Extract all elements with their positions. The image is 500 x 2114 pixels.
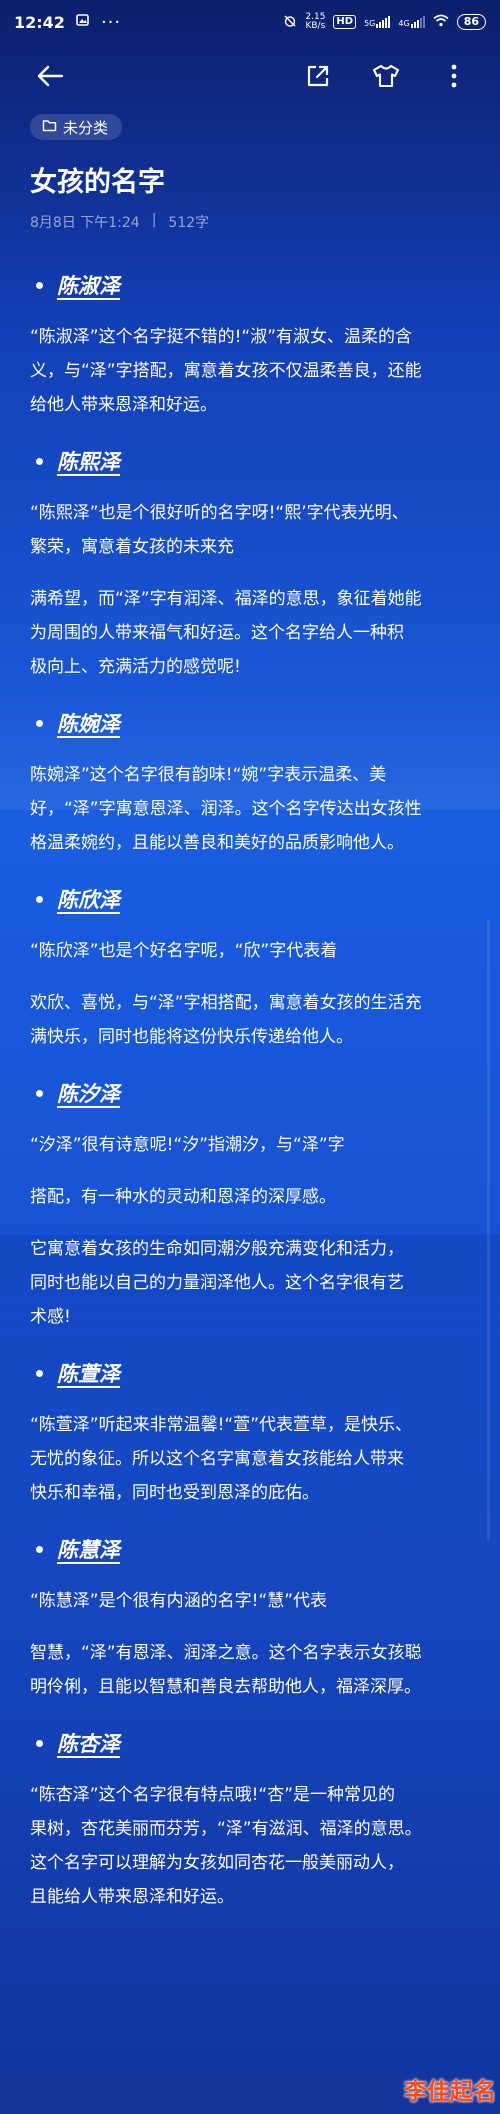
name-description: “陈萱泽”听起来非常温馨!“萱”代表萱草，是快乐、 无忧的象征。所以这个名字寓意… (30, 1415, 413, 1503)
name-title: 陈淑泽 (57, 274, 120, 298)
name-title: 陈婉泽 (57, 712, 120, 736)
gallery-notification-icon (75, 12, 91, 32)
watermark: 李佳起名 (404, 2079, 496, 2105)
name-heading: 陈慧泽 (30, 1532, 472, 1566)
bullet-icon (36, 281, 43, 289)
share-icon (305, 63, 331, 93)
hd-voice-badge: HD (333, 15, 357, 29)
note-meta: 8月8日 下午1:24 | 512字 (30, 212, 209, 232)
note-title[interactable]: 女孩的名字 (30, 160, 165, 199)
folder-icon (42, 118, 57, 136)
back-button[interactable] (28, 58, 72, 98)
share-button[interactable] (296, 58, 340, 98)
sim1-signal: 5G (364, 16, 391, 28)
name-description: “汐泽”很有诗意呢!“汐”指潮汐，与“泽”字 (30, 1135, 345, 1155)
name-description: 智慧，“泽”有恩泽、润泽之意。这个名字表示女孩聪 明伶俐，且能以智慧和善良去帮助… (30, 1643, 422, 1697)
name-heading: 陈杏泽 (30, 1726, 472, 1760)
more-options-button[interactable] (432, 58, 476, 98)
sim2-signal: 4G (398, 16, 425, 28)
name-heading: 陈熙泽 (30, 444, 472, 478)
name-description: “陈慧泽”是个很有内涵的名字!“慧”代表 (30, 1591, 328, 1611)
bullet-icon (36, 895, 43, 903)
note-date: 8月8日 下午1:24 (30, 215, 140, 231)
name-description: 它寓意着女孩的生命如同潮汐般充满变化和活力， 同时也能以自己的力量润泽他人。这个… (30, 1239, 404, 1327)
signal-bars-icon (410, 16, 425, 28)
note-body[interactable]: 陈淑泽 “陈淑泽”这个名字挺不错的!“淑”有淑女、温柔的含 义，与“泽”字搭配，寓… (30, 268, 472, 1914)
alarm-off-icon (283, 14, 297, 31)
name-title: 陈慧泽 (57, 1538, 120, 1562)
bullet-icon (36, 1369, 43, 1377)
name-description: “陈淑泽”这个名字挺不错的!“淑”有淑女、温柔的含 义，与“泽”字搭配，寓意着女… (30, 327, 422, 415)
meta-separator: | (151, 212, 157, 228)
bullet-icon (36, 719, 43, 727)
tshirt-theme-icon (371, 63, 401, 93)
more-notifications-icon: ··· (100, 11, 122, 33)
name-title: 陈萱泽 (57, 1362, 120, 1386)
name-title: 陈杏泽 (57, 1732, 120, 1756)
clock: 12:42 (14, 12, 65, 32)
name-heading: 陈萱泽 (30, 1356, 472, 1390)
theme-button[interactable] (364, 58, 408, 98)
more-vertical-icon (450, 63, 458, 93)
name-title: 陈欣泽 (57, 888, 120, 912)
name-description: “陈欣泽”也是个好名字呢，“欣”字代表着 (30, 941, 338, 961)
name-description: “陈杏泽”这个名字很有特点哦!“杏”是一种常见的 果树，杏花美丽而芬芳，“泽”有… (30, 1785, 422, 1907)
name-description: 陈婉泽”这个名字很有韵味!“婉”字表示温柔、美 好，“泽”字寓意恩泽、润泽。这个… (30, 765, 422, 853)
back-arrow-icon (35, 64, 65, 92)
bullet-icon (36, 1089, 43, 1097)
name-description: “陈熙泽”也是个很好听的名字呀!“熙’字代表光明、 繁荣，寓意着女孩的未来充 (30, 503, 409, 557)
bullet-icon (36, 1545, 43, 1553)
bullet-icon (36, 457, 43, 465)
name-heading: 陈欣泽 (30, 882, 472, 916)
category-chip[interactable]: 未分类 (30, 114, 123, 140)
wifi-icon (433, 14, 449, 30)
name-heading: 陈汐泽 (30, 1076, 472, 1110)
name-title: 陈熙泽 (57, 450, 120, 474)
category-label: 未分类 (63, 118, 109, 137)
scrollbar[interactable] (487, 920, 490, 1540)
name-title: 陈汐泽 (57, 1082, 120, 1106)
name-description: 搭配，有一种水的灵动和恩泽的深厚感。 (30, 1187, 336, 1207)
note-toolbar (0, 58, 500, 98)
network-speed: 2.15 KB/s (305, 12, 326, 31)
signal-bars-icon (376, 16, 391, 28)
name-heading: 陈淑泽 (30, 268, 472, 302)
bullet-icon (36, 1739, 43, 1747)
name-description: 满希望，而“泽”字有润泽、福泽的意思，象征着她能 为周围的人带来福气和好运。这个… (30, 589, 422, 677)
name-description: 欢欣、喜悦，与“泽”字相搭配，寓意着女孩的生活充 满快乐，同时也能将这份快乐传递… (30, 993, 422, 1047)
word-count: 512字 (168, 215, 210, 231)
name-heading: 陈婉泽 (30, 706, 472, 740)
status-bar: 12:42 ··· 2.15 KB/s HD 5G 4G 86 (0, 0, 500, 44)
battery-indicator: 86 (456, 14, 486, 30)
